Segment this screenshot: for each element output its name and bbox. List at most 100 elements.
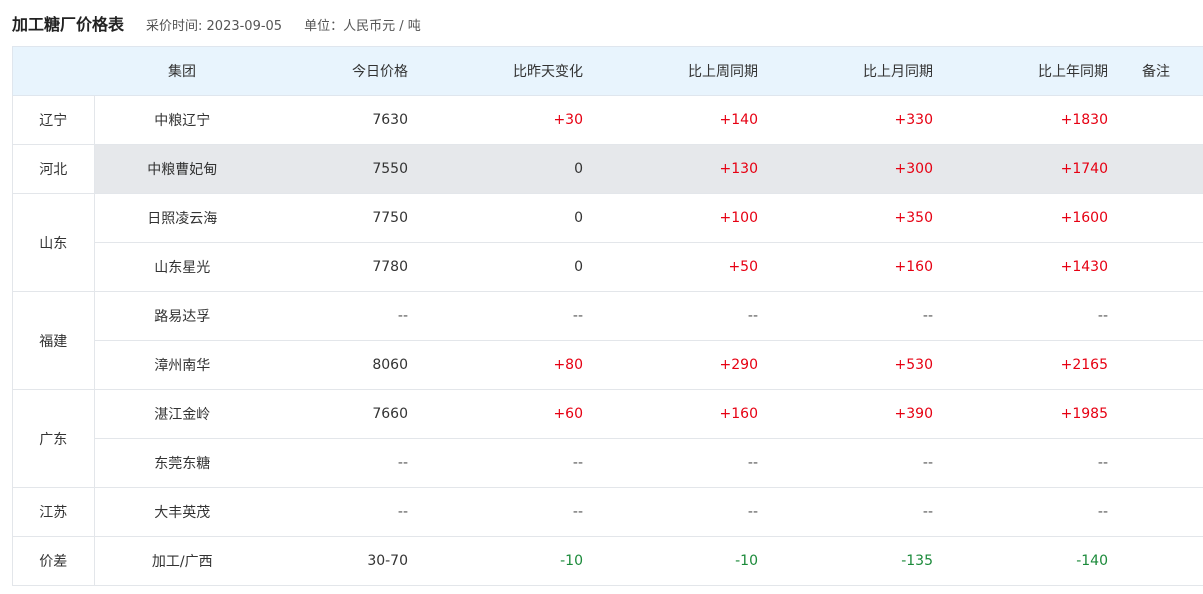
note-cell	[1108, 193, 1203, 243]
col-header-group: 集团	[94, 46, 270, 96]
note-cell	[1108, 536, 1203, 586]
day-change-cell: --	[408, 438, 583, 488]
table-row: 广东 湛江金岭 7660 +60 +160 +390 +1985	[12, 389, 1203, 488]
day-change-cell: +30	[408, 95, 583, 145]
province-cell: 价差	[12, 536, 95, 586]
province-cell: 江苏	[12, 487, 95, 537]
page-header: 加工糖厂价格表 采价时间: 2023-09-05 单位：人民币元 / 吨	[12, 11, 443, 34]
table-row: 江苏 大丰英茂 -- -- -- -- --	[12, 487, 1203, 537]
price-cell: --	[270, 487, 408, 537]
year-change-cell: +1830	[933, 95, 1108, 145]
note-cell	[1108, 438, 1203, 488]
unit-label: 单位：人民币元 / 吨	[304, 19, 421, 34]
week-change-cell: +130	[583, 144, 758, 194]
day-change-cell: --	[408, 291, 583, 341]
table-row: 价差 加工/广西 30-70 -10 -10 -135 -140	[12, 536, 1203, 586]
price-cell: 7660	[270, 389, 408, 439]
year-change-cell: -140	[933, 536, 1108, 586]
group-cell: 山东星光	[94, 242, 270, 292]
price-time: 采价时间: 2023-09-05	[146, 19, 283, 34]
week-change-cell: --	[583, 487, 758, 537]
group-cell: 东莞东糖	[94, 438, 270, 488]
col-header-year-change: 比上年同期	[933, 46, 1108, 96]
day-change-cell: 0	[408, 144, 583, 194]
group-cell: 大丰英茂	[94, 487, 270, 537]
day-change-cell: 0	[408, 242, 583, 292]
note-cell	[1108, 144, 1203, 194]
group-cell: 加工/广西	[94, 536, 270, 586]
month-change-cell: +300	[758, 144, 933, 194]
note-cell	[1108, 340, 1203, 390]
day-change-cell: --	[408, 487, 583, 537]
col-header-month-change: 比上月同期	[758, 46, 933, 96]
day-change-cell: -10	[408, 536, 583, 586]
table-row: 山东星光 7780 0 +50 +160 +1430	[13, 242, 1203, 292]
price-cell: 30-70	[270, 536, 408, 586]
week-change-cell: --	[583, 438, 758, 488]
price-table: 集团 今日价格 比昨天变化 比上周同期 比上月同期 比上年同期 备注 辽宁 中粮…	[12, 46, 1203, 586]
price-cell: 7630	[270, 95, 408, 145]
table-row: 漳州南华 8060 +80 +290 +530 +2165	[13, 340, 1203, 390]
price-cell: --	[270, 291, 408, 341]
province-cell: 河北	[12, 144, 95, 194]
page-title: 加工糖厂价格表	[12, 15, 125, 34]
table-row: 福建 路易达孚 -- -- -- -- --	[12, 291, 1203, 390]
col-header-note: 备注	[1108, 46, 1203, 96]
province-cell: 辽宁	[12, 95, 95, 145]
month-change-cell: --	[758, 487, 933, 537]
group-cell: 湛江金岭	[94, 389, 270, 439]
note-cell	[1108, 487, 1203, 537]
table-row: 河北 中粮曹妃甸 7550 0 +130 +300 +1740	[12, 144, 1203, 194]
month-change-cell: -135	[758, 536, 933, 586]
col-header-day-change: 比昨天变化	[408, 46, 583, 96]
month-change-cell: +350	[758, 193, 933, 243]
province-cell: 福建	[12, 291, 95, 390]
table-row: 东莞东糖 -- -- -- -- --	[13, 438, 1203, 488]
week-change-cell: -10	[583, 536, 758, 586]
col-header-price: 今日价格	[270, 46, 408, 96]
price-cell: 7780	[270, 242, 408, 292]
week-change-cell: +290	[583, 340, 758, 390]
price-cell: 7550	[270, 144, 408, 194]
year-change-cell: +2165	[933, 340, 1108, 390]
month-change-cell: +390	[758, 389, 933, 439]
week-change-cell: +160	[583, 389, 758, 439]
week-change-cell: +140	[583, 95, 758, 145]
note-cell	[1108, 389, 1203, 439]
note-cell	[1108, 242, 1203, 292]
col-header-week-change: 比上周同期	[583, 46, 758, 96]
table-header-row: 集团 今日价格 比昨天变化 比上周同期 比上月同期 比上年同期 备注	[12, 46, 1203, 96]
month-change-cell: --	[758, 438, 933, 488]
col-header-province	[12, 46, 94, 96]
group-cell: 漳州南华	[94, 340, 270, 390]
month-change-cell: +530	[758, 340, 933, 390]
day-change-cell: +60	[408, 389, 583, 439]
price-cell: 7750	[270, 193, 408, 243]
day-change-cell: +80	[408, 340, 583, 390]
year-change-cell: +1985	[933, 389, 1108, 439]
month-change-cell: +160	[758, 242, 933, 292]
week-change-cell: --	[583, 291, 758, 341]
month-change-cell: +330	[758, 95, 933, 145]
year-change-cell: --	[933, 438, 1108, 488]
price-cell: 8060	[270, 340, 408, 390]
table-row: 山东 日照凌云海 7750 0 +100 +350 +1600	[12, 193, 1203, 292]
table-row: 辽宁 中粮辽宁 7630 +30 +140 +330 +1830	[12, 95, 1203, 145]
year-change-cell: +1600	[933, 193, 1108, 243]
group-cell: 中粮曹妃甸	[94, 144, 270, 194]
province-cell: 山东	[12, 193, 95, 292]
group-cell: 日照凌云海	[94, 193, 270, 243]
year-change-cell: +1740	[933, 144, 1108, 194]
year-change-cell: --	[933, 291, 1108, 341]
group-cell: 中粮辽宁	[94, 95, 270, 145]
day-change-cell: 0	[408, 193, 583, 243]
price-cell: --	[270, 438, 408, 488]
year-change-cell: --	[933, 487, 1108, 537]
note-cell	[1108, 291, 1203, 341]
note-cell	[1108, 95, 1203, 145]
year-change-cell: +1430	[933, 242, 1108, 292]
month-change-cell: --	[758, 291, 933, 341]
group-cell: 路易达孚	[94, 291, 270, 341]
week-change-cell: +100	[583, 193, 758, 243]
week-change-cell: +50	[583, 242, 758, 292]
